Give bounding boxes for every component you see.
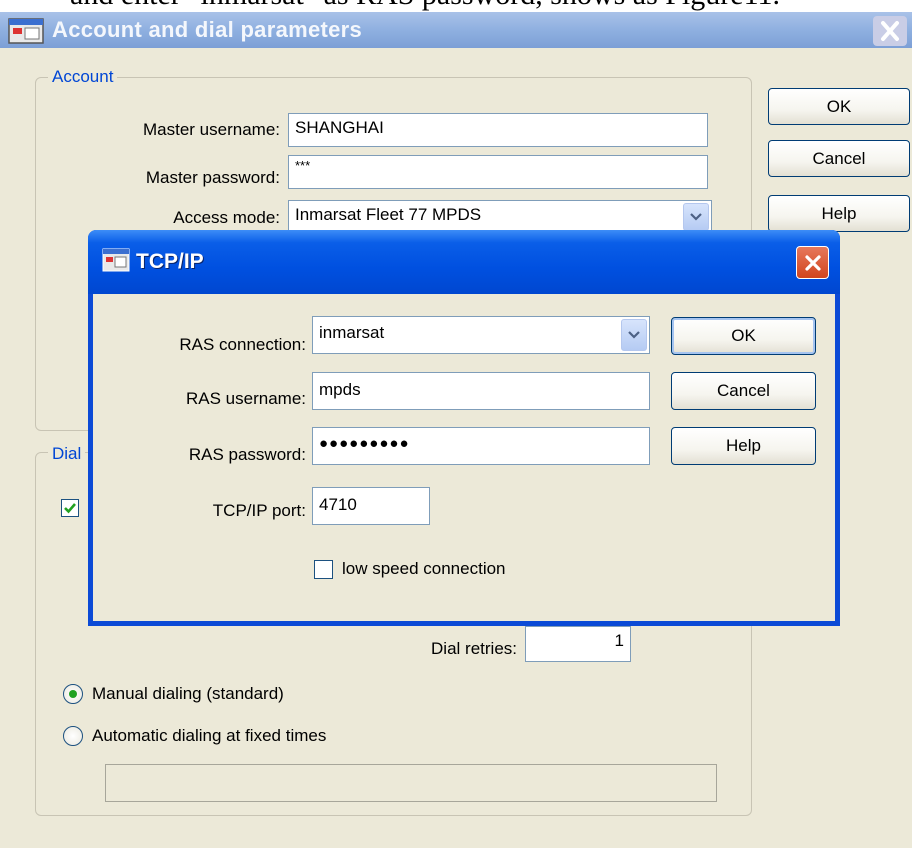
tcpip-dialog-body: RAS connection: inmarsat RAS username: m… — [93, 294, 835, 621]
ras-connection-dropdown-button[interactable] — [621, 319, 647, 351]
radio-selected-dot — [69, 690, 77, 698]
chevron-down-icon — [690, 213, 702, 221]
tcpip-close-button[interactable] — [796, 246, 829, 279]
outer-title-bar: Account and dial parameters — [0, 12, 912, 48]
outer-dialog-title: Account and dial parameters — [52, 17, 363, 42]
access-mode-dropdown-button[interactable] — [683, 203, 709, 231]
access-mode-value: Inmarsat Fleet 77 MPDS — [295, 205, 482, 224]
chevron-down-icon — [628, 331, 640, 339]
outer-close-button[interactable] — [873, 16, 907, 46]
document-caption-fragment: and enter "inmarsat" as RAS password, sh… — [70, 0, 780, 12]
master-password-label: Master password: — [145, 168, 280, 187]
ras-password-field[interactable]: ●●●●●●●●● — [312, 427, 650, 465]
dial-group-legend: Dial — [48, 444, 86, 464]
ras-connection-value: inmarsat — [319, 323, 385, 342]
outer-cancel-button[interactable]: Cancel — [768, 140, 910, 177]
radio-manual-dialing-label: Manual dialing (standard) — [92, 684, 284, 703]
ras-password-label: RAS password: — [188, 445, 306, 464]
ras-connection-select[interactable]: inmarsat — [312, 316, 650, 354]
app-window-icon — [102, 248, 130, 277]
radio-automatic-dialing[interactable] — [63, 726, 83, 746]
dial-checkbox[interactable] — [61, 499, 79, 517]
checkmark-icon — [64, 503, 76, 514]
dial-retries-label: Dial retries: — [431, 639, 517, 658]
tcpip-port-field[interactable]: 4710 — [312, 487, 430, 525]
radio-automatic-dialing-label: Automatic dialing at fixed times — [92, 726, 327, 745]
fixed-times-field[interactable] — [105, 764, 717, 802]
tcpip-dialog: TCP/IP RAS connection: inmarsat RAS user… — [88, 230, 840, 626]
app-window-icon — [8, 18, 44, 49]
tcpip-ok-button[interactable]: OK — [671, 317, 816, 355]
tcpip-cancel-button[interactable]: Cancel — [671, 372, 816, 410]
master-username-label: Master username: — [143, 120, 280, 139]
tcpip-help-button[interactable]: Help — [671, 427, 816, 465]
ras-username-label: RAS username: — [186, 389, 306, 408]
outer-ok-button[interactable]: OK — [768, 88, 910, 125]
close-icon — [881, 21, 899, 41]
ras-connection-label: RAS connection: — [179, 335, 306, 354]
radio-manual-dialing[interactable] — [63, 684, 83, 704]
tcpip-title-bar: TCP/IP — [88, 230, 840, 294]
tcpip-port-label: TCP/IP port: — [212, 501, 306, 520]
low-speed-label: low speed connection — [342, 559, 506, 578]
access-mode-label: Access mode: — [173, 208, 280, 227]
low-speed-checkbox[interactable] — [314, 560, 333, 579]
dial-retries-value: 1 — [614, 631, 624, 650]
access-mode-select[interactable]: Inmarsat Fleet 77 MPDS — [288, 200, 712, 234]
close-icon — [804, 254, 821, 271]
dial-retries-field[interactable]: 1 — [525, 626, 631, 662]
tcpip-dialog-title: TCP/IP — [136, 250, 204, 273]
outer-help-button[interactable]: Help — [768, 195, 910, 232]
account-group-legend: Account — [48, 67, 118, 87]
master-password-field[interactable]: *** — [288, 155, 708, 189]
master-username-field[interactable]: SHANGHAI — [288, 113, 708, 147]
ras-username-field[interactable]: mpds — [312, 372, 650, 410]
